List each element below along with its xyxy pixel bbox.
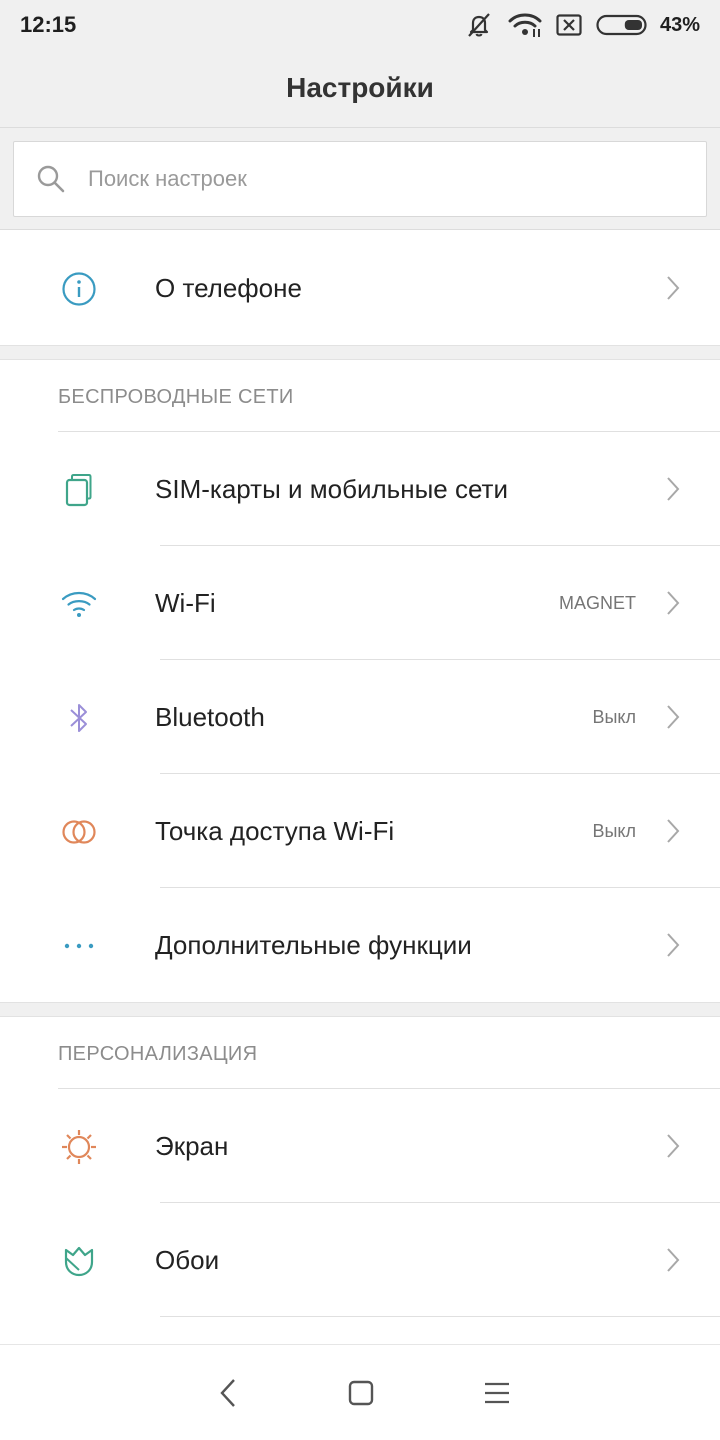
silent-icon <box>464 11 494 39</box>
brightness-icon <box>60 1128 98 1166</box>
settings-item-sim-cards[interactable]: SIM-карты и мобильные сети <box>0 432 720 546</box>
section-divider <box>0 345 720 360</box>
battery-icon <box>596 14 650 36</box>
status-icons: 43% <box>464 11 700 39</box>
settings-item-label: Bluetooth <box>155 702 265 732</box>
settings-item-value: Выкл <box>592 821 636 841</box>
sim-cards-icon <box>60 471 98 509</box>
settings-item-bluetooth[interactable]: Bluetooth Выкл <box>0 660 720 774</box>
settings-item-screen[interactable]: Экран <box>0 1089 720 1203</box>
section-title: БЕСПРОВОДНЫЕ СЕТИ <box>58 386 294 408</box>
chevron-right-icon <box>666 476 680 507</box>
battery-percent: 43% <box>659 13 700 36</box>
settings-item-label: О телефоне <box>155 273 302 303</box>
chevron-right-icon <box>666 1247 680 1278</box>
status-bar: 12:15 43% <box>0 0 720 50</box>
back-icon[interactable] <box>208 1375 248 1411</box>
settings-item-wifi[interactable]: Wi-Fi MAGNET <box>0 546 720 660</box>
search-icon <box>36 164 66 199</box>
navigation-bar <box>0 1344 720 1440</box>
chevron-right-icon <box>666 704 680 735</box>
search-container <box>0 128 720 230</box>
title-bar: Настройки <box>0 50 720 128</box>
settings-item-about-phone[interactable]: О телефоне <box>0 231 720 345</box>
settings-item-wallpaper[interactable]: Обои <box>0 1203 720 1317</box>
chevron-right-icon <box>666 818 680 849</box>
home-icon[interactable] <box>341 1375 381 1411</box>
chevron-right-icon <box>666 275 680 306</box>
divider <box>160 1316 720 1317</box>
menu-icon[interactable] <box>477 1375 517 1411</box>
section-header-wireless: БЕСПРОВОДНЫЕ СЕТИ <box>0 360 720 432</box>
wallpaper-icon <box>60 1242 98 1280</box>
sim-none-icon <box>556 14 582 36</box>
settings-item-more-functions[interactable]: Дополнительные функции <box>0 888 720 1002</box>
wifi-icon <box>60 585 98 623</box>
settings-item-hotspot[interactable]: Точка доступа Wi-Fi Выкл <box>0 774 720 888</box>
settings-item-label: Экран <box>155 1131 229 1161</box>
chevron-right-icon <box>666 590 680 621</box>
search-input[interactable] <box>88 142 688 216</box>
section-title: ПЕРСОНАЛИЗАЦИЯ <box>58 1043 258 1065</box>
section-divider <box>0 1002 720 1017</box>
settings-item-label: Дополнительные функции <box>155 930 472 960</box>
settings-item-label: Wi-Fi <box>155 588 216 618</box>
chevron-right-icon <box>666 932 680 963</box>
page-title: Настройки <box>286 72 434 103</box>
hotspot-icon <box>60 813 98 851</box>
bluetooth-icon <box>60 699 98 737</box>
wifi-status-icon <box>508 12 542 38</box>
settings-item-label: SIM-карты и мобильные сети <box>155 474 508 504</box>
settings-item-label: Точка доступа Wi-Fi <box>155 816 395 846</box>
settings-item-value: Выкл <box>592 707 636 727</box>
settings-item-label: Обои <box>155 1245 220 1275</box>
section-header-personalization: ПЕРСОНАЛИЗАЦИЯ <box>0 1017 720 1089</box>
more-dots-icon <box>60 927 98 965</box>
status-time: 12:15 <box>20 12 77 37</box>
chevron-right-icon <box>666 1133 680 1164</box>
search-box[interactable] <box>13 141 707 217</box>
settings-item-value: MAGNET <box>558 593 636 613</box>
info-icon <box>60 270 98 308</box>
